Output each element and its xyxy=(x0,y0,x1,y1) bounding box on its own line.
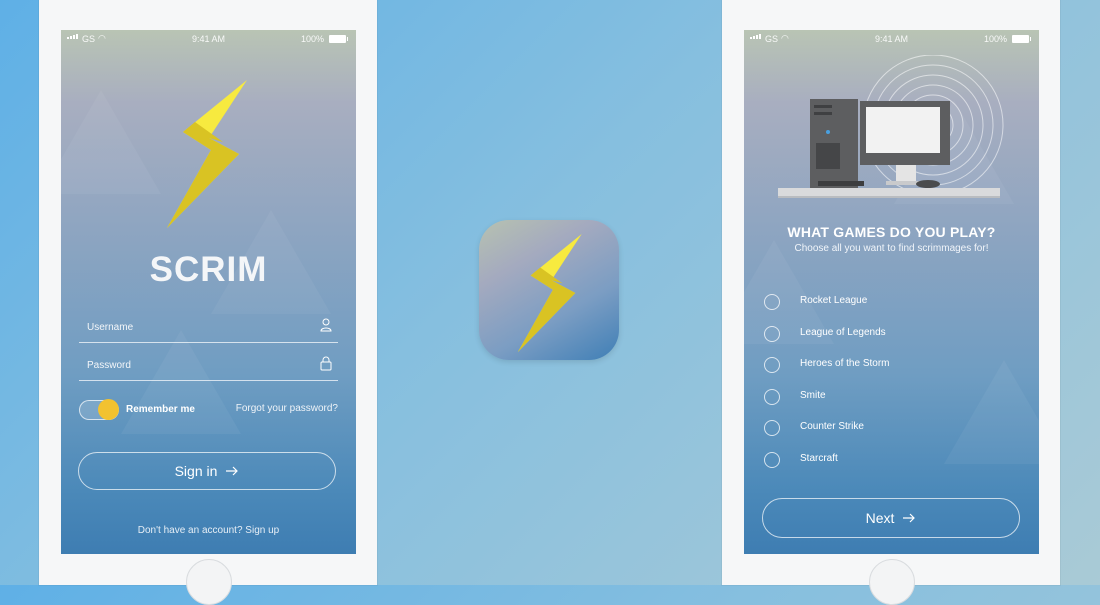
toggle-knob xyxy=(98,399,119,420)
remember-toggle[interactable] xyxy=(79,399,119,420)
radio-button[interactable] xyxy=(764,420,780,436)
game-list: Rocket League League of Legends Heroes o… xyxy=(764,292,1024,481)
status-bar: GS ◠ 9:41 AM 100% xyxy=(61,30,356,48)
next-button[interactable]: Next xyxy=(762,498,1020,538)
list-item[interactable]: Counter Strike xyxy=(764,418,1024,450)
password-field[interactable]: Password xyxy=(79,352,338,381)
list-item[interactable]: Starcraft xyxy=(764,450,1024,482)
bg-shape xyxy=(121,330,241,434)
home-button xyxy=(186,559,232,605)
forgot-password-link[interactable]: Forgot your password? xyxy=(236,403,338,414)
signin-label: Sign in xyxy=(174,463,218,479)
user-icon xyxy=(320,318,332,337)
battery-icon xyxy=(329,35,348,43)
radio-button[interactable] xyxy=(764,388,780,405)
lock-icon xyxy=(320,356,332,376)
home-button xyxy=(869,559,915,605)
list-item[interactable]: Heroes of the Storm xyxy=(764,355,1024,387)
game-name: Counter Strike xyxy=(800,421,864,432)
list-item[interactable]: League of Legends xyxy=(764,324,1024,356)
radio-button[interactable] xyxy=(764,357,780,373)
signup-link[interactable]: Don't have an account? Sign up xyxy=(61,525,356,536)
login-screen: GS ◠ 9:41 AM 100% SCRIM Username Passwor… xyxy=(61,30,356,554)
signin-button[interactable]: Sign in xyxy=(78,452,336,490)
list-item[interactable]: Smite xyxy=(764,387,1024,419)
bg-shape xyxy=(61,90,161,194)
game-name: Heroes of the Storm xyxy=(800,358,890,369)
game-name: Smite xyxy=(800,389,826,401)
question-title: WHAT GAMES DO YOU PLAY? xyxy=(787,224,996,240)
lightning-bolt-icon xyxy=(167,80,247,228)
password-label: Password xyxy=(87,360,131,371)
game-name: Rocket League xyxy=(800,295,868,306)
question-subtitle: Choose all you want to find scrimmages f… xyxy=(794,243,989,254)
app-title: SCRIM xyxy=(149,250,268,289)
arrow-right-icon xyxy=(903,513,916,523)
onboarding-screen: GS ◠ 9:41 AM 100% WHAT GAMES DO YOU PLAY… xyxy=(744,30,1039,554)
game-name: Starcraft xyxy=(800,452,838,464)
battery-percent: 100% xyxy=(300,34,324,44)
remember-label: Remember me xyxy=(126,404,195,415)
battery-icon xyxy=(1012,35,1031,43)
radio-button[interactable] xyxy=(764,325,780,342)
phone-onboarding: GS ◠ 9:41 AM 100% WHAT GAMES DO YOU PLAY… xyxy=(722,0,1060,605)
next-label: Next xyxy=(865,510,895,526)
username-label: Username xyxy=(87,322,134,333)
list-item[interactable]: Rocket League xyxy=(764,292,1024,324)
game-name: League of Legends xyxy=(800,326,886,338)
username-field[interactable]: Username xyxy=(79,314,338,343)
radio-button[interactable] xyxy=(764,294,780,310)
battery-percent: 100% xyxy=(983,34,1007,44)
app-icon xyxy=(479,220,619,360)
lightning-bolt-icon xyxy=(517,234,582,352)
arrow-right-icon xyxy=(226,466,239,476)
phone-login: GS ◠ 9:41 AM 100% SCRIM Username Passwor… xyxy=(39,0,377,605)
desktop-computer-icon xyxy=(778,55,1004,198)
radio-button[interactable] xyxy=(764,451,780,468)
status-bar: GS ◠ 9:41 AM 100% xyxy=(744,30,1039,48)
